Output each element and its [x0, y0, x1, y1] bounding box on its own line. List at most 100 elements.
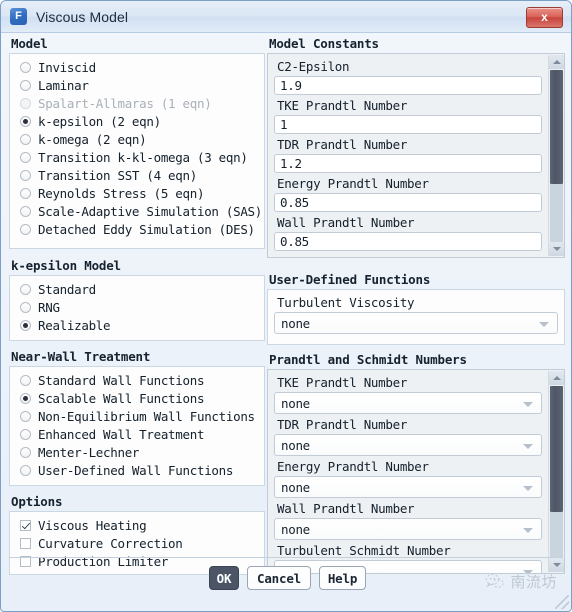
option-label: Realizable [38, 317, 111, 333]
model-option-transition-sst[interactable]: Transition SST (4 eqn) [10, 166, 264, 184]
chevron-down-icon[interactable] [523, 444, 533, 449]
near-wall-option-non-equilibrium-wall-functions[interactable]: Non-Equilibrium Wall Functions [10, 407, 264, 425]
radio-icon[interactable] [20, 151, 31, 163]
k-epsilon-option-standard[interactable]: Standard [10, 280, 264, 298]
triangle-up-icon[interactable] [549, 371, 564, 385]
model-option-scale-adaptive-simulation[interactable]: Scale-Adaptive Simulation (SAS) [10, 202, 264, 220]
option-curvature-correction[interactable]: Curvature Correction [10, 534, 264, 552]
radio-icon[interactable] [20, 133, 31, 145]
model-option-transition-k-kl-omega[interactable]: Transition k-kl-omega (3 eqn) [10, 148, 264, 166]
k-epsilon-model-panel: Standard RNG Realizable [9, 275, 265, 341]
right-column: Model Constants C2-Epsilon 1.9 TKE Prand… [267, 33, 565, 574]
model-option-k-epsilon[interactable]: k-epsilon (2 eqn) [10, 112, 264, 130]
field-label-tke-prandtl-number: TKE Prandtl Number [277, 98, 408, 113]
user-defined-functions-panel: Turbulent Viscosity none [267, 289, 565, 345]
k-epsilon-option-rng[interactable]: RNG [10, 298, 264, 316]
option-label: RNG [38, 299, 60, 315]
select-value: none [281, 480, 310, 495]
watermark-text: 南流坊 [510, 573, 557, 591]
field-label-tdr-prandtl-number: TDR Prandtl Number [277, 137, 408, 152]
radio-icon[interactable] [20, 392, 31, 404]
scrollbar-thumb[interactable] [550, 70, 563, 184]
radio-icon[interactable] [20, 79, 31, 91]
chevron-down-icon[interactable] [523, 528, 533, 533]
model-constants-panel: C2-Epsilon 1.9 TKE Prandtl Number 1 TDR … [267, 53, 565, 258]
scrollbar-track[interactable] [550, 512, 563, 559]
option-label: Inviscid [38, 59, 96, 75]
select-tdr-prandtl-number[interactable]: none [274, 434, 542, 456]
model-options-panel: Inviscid Laminar Spalart-Allmaras (1 eqn… [9, 53, 265, 249]
select-tke-prandtl-number[interactable]: none [274, 392, 542, 414]
select-value: none [281, 522, 310, 537]
user-defined-functions-group-title: User-Defined Functions [269, 272, 431, 287]
radio-icon[interactable] [20, 464, 31, 476]
radio-icon[interactable] [20, 301, 31, 313]
option-label: Spalart-Allmaras (1 eqn) [38, 95, 212, 111]
cancel-button[interactable]: Cancel [247, 566, 311, 590]
select-turbulent-viscosity[interactable]: none [274, 312, 558, 334]
chevron-down-icon[interactable] [523, 402, 533, 407]
option-label: User-Defined Wall Functions [38, 462, 234, 478]
radio-icon[interactable] [20, 61, 31, 73]
input-energy-prandtl-number[interactable]: 0.85 [274, 193, 542, 212]
select-value: none [281, 438, 310, 453]
chevron-down-icon[interactable] [539, 322, 549, 327]
k-epsilon-option-realizable[interactable]: Realizable [10, 316, 264, 334]
field-label-turbulent-viscosity: Turbulent Viscosity [277, 295, 415, 310]
checkbox-icon[interactable] [20, 519, 31, 531]
radio-icon[interactable] [20, 115, 31, 127]
field-label-tdr-prandtl-number-udf: TDR Prandtl Number [277, 417, 408, 432]
ok-button[interactable]: OK [209, 566, 239, 590]
input-tdr-prandtl-number[interactable]: 1.2 [274, 154, 542, 173]
radio-icon[interactable] [20, 169, 31, 181]
checkbox-icon[interactable] [20, 537, 31, 549]
radio-icon[interactable] [20, 205, 31, 217]
radio-icon[interactable] [20, 428, 31, 440]
near-wall-option-user-defined-wall-functions[interactable]: User-Defined Wall Functions [10, 461, 264, 479]
k-epsilon-model-group-title: k-epsilon Model [11, 258, 121, 273]
option-label: Viscous Heating [38, 517, 147, 533]
input-wall-prandtl-number[interactable]: 0.85 [274, 232, 542, 251]
select-energy-prandtl-number[interactable]: none [274, 476, 542, 498]
radio-icon[interactable] [20, 319, 31, 331]
option-label: Transition k-kl-omega (3 eqn) [38, 149, 248, 165]
option-label: Non-Equilibrium Wall Functions [38, 408, 255, 424]
prandtl-schmidt-scrollbar[interactable] [548, 371, 564, 572]
triangle-up-icon[interactable] [549, 55, 564, 69]
near-wall-option-menter-lechner[interactable]: Menter-Lechner [10, 443, 264, 461]
model-option-reynolds-stress[interactable]: Reynolds Stress (5 eqn) [10, 184, 264, 202]
radio-icon[interactable] [20, 446, 31, 458]
triangle-down-icon[interactable] [549, 242, 564, 256]
dialog-body: Model Inviscid Laminar Spalart-Allmaras … [1, 33, 571, 611]
radio-icon[interactable] [20, 410, 31, 422]
select-value: none [281, 396, 310, 411]
near-wall-treatment-group-title: Near-Wall Treatment [11, 349, 151, 364]
option-label: Scale-Adaptive Simulation (SAS) [38, 203, 262, 219]
title-bar[interactable]: F Viscous Model x [1, 1, 571, 33]
radio-icon[interactable] [20, 374, 31, 386]
model-option-inviscid[interactable]: Inviscid [10, 58, 264, 76]
model-option-k-omega[interactable]: k-omega (2 eqn) [10, 130, 264, 148]
near-wall-option-enhanced-wall-treatment[interactable]: Enhanced Wall Treatment [10, 425, 264, 443]
close-icon[interactable]: x [526, 7, 563, 28]
model-option-laminar[interactable]: Laminar [10, 76, 264, 94]
model-constants-scrollbar[interactable] [548, 55, 564, 256]
radio-icon[interactable] [20, 283, 31, 295]
fluent-icon: F [10, 8, 27, 25]
radio-icon[interactable] [20, 223, 31, 235]
near-wall-option-scalable-wall-functions[interactable]: Scalable Wall Functions [10, 389, 264, 407]
scrollbar-track[interactable] [550, 184, 563, 243]
select-wall-prandtl-number[interactable]: none [274, 518, 542, 540]
scrollbar-thumb[interactable] [550, 386, 563, 512]
help-button[interactable]: Help [319, 566, 366, 590]
radio-icon[interactable] [20, 187, 31, 199]
resize-grip[interactable] [555, 595, 569, 609]
model-option-detached-eddy-simulation[interactable]: Detached Eddy Simulation (DES) [10, 220, 264, 238]
input-tke-prandtl-number[interactable]: 1 [274, 115, 542, 134]
model-option-spalart-allmaras: Spalart-Allmaras (1 eqn) [10, 94, 264, 112]
option-label: Transition SST (4 eqn) [38, 167, 197, 183]
near-wall-option-standard-wall-functions[interactable]: Standard Wall Functions [10, 371, 264, 389]
option-viscous-heating[interactable]: Viscous Heating [10, 516, 264, 534]
input-c2-epsilon[interactable]: 1.9 [274, 76, 542, 95]
chevron-down-icon[interactable] [523, 486, 533, 491]
